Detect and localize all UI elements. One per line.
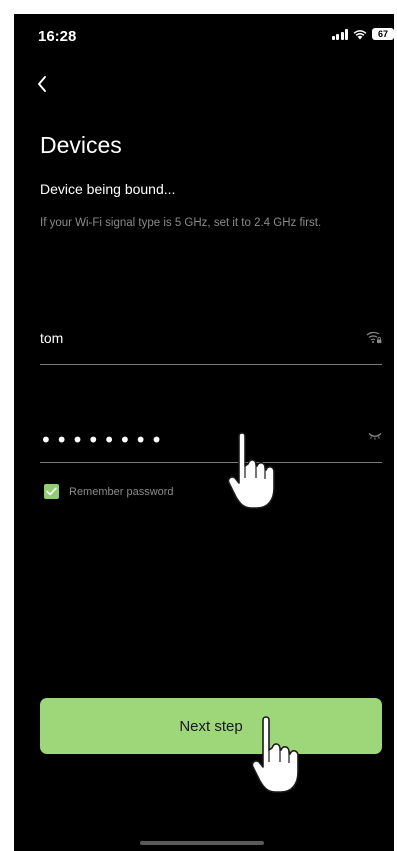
status-time: 16:28 (38, 28, 77, 45)
eye-closed-icon[interactable] (368, 432, 382, 440)
status-bar: 16:28 67 (14, 14, 394, 60)
phone-screen: 16:28 67 Devices Device being bound... I… (14, 14, 394, 851)
wifi-name-value: tom (40, 330, 64, 346)
wifi-status-icon (353, 29, 367, 39)
wifi-hint-text: If your Wi-Fi signal type is 5 GHz, set … (40, 217, 322, 229)
checkmark-icon (46, 487, 57, 496)
page-title: Devices (40, 132, 122, 158)
wifi-password-field[interactable]: •••••••• (40, 422, 382, 463)
remember-password-label: Remember password (69, 485, 174, 498)
cellular-signal-icon (331, 28, 348, 40)
next-step-button[interactable]: Next step (40, 698, 382, 754)
battery-icon: 67 (372, 28, 394, 40)
hand-pointer-icon (227, 432, 275, 509)
remember-password-row[interactable]: Remember password (44, 484, 174, 499)
status-icons: 67 (331, 28, 394, 40)
password-value: •••••••• (40, 428, 167, 452)
chevron-left-icon (38, 76, 46, 92)
binding-status-text: Device being bound... (40, 181, 176, 197)
home-indicator (140, 841, 264, 845)
wifi-name-field[interactable]: tom (40, 324, 382, 365)
wifi-lock-icon[interactable] (366, 330, 382, 344)
remember-password-checkbox[interactable] (44, 484, 59, 499)
hand-pointer-icon (251, 716, 299, 793)
back-button[interactable] (30, 72, 54, 96)
